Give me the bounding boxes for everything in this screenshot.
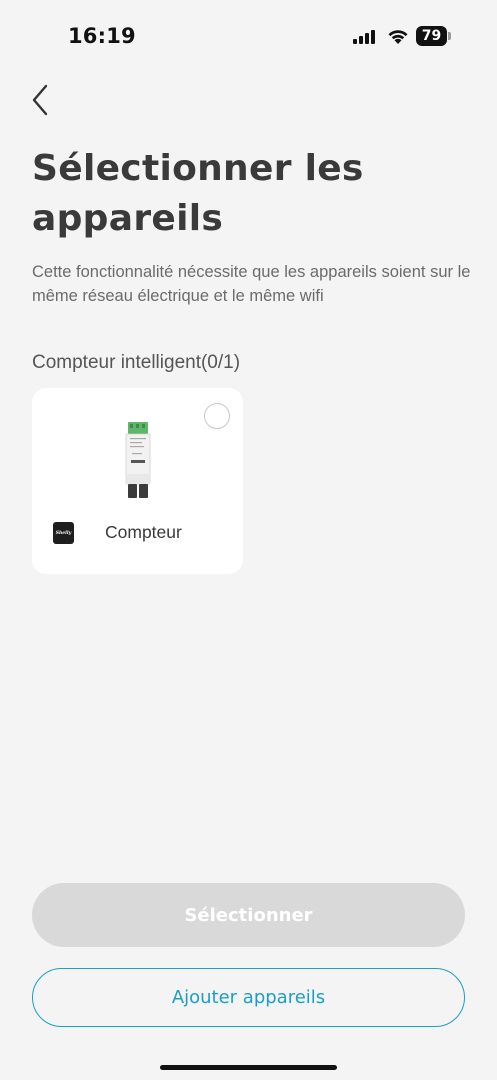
page-description: Cette fonctionnalité nécessite que les a… [32,263,471,305]
wifi-icon [388,30,408,44]
cellular-signal-icon [353,30,375,44]
status-time: 16:19 [68,24,136,48]
home-indicator [160,1065,337,1070]
shelly-logo-icon: Shelly [53,522,74,544]
device-card[interactable]: Shelly Compteur [32,388,243,574]
section-label: Compteur intelligent(0/1) [32,352,241,373]
add-devices-button[interactable]: Ajouter appareils [32,968,465,1027]
device-select-radio[interactable] [204,403,230,429]
status-bar: 16:19 79 [0,0,497,74]
din-rail-meter-icon [125,422,151,498]
chevron-left-icon [32,84,48,116]
page-title: Sélectionner les appareils [32,148,364,239]
battery-indicator: 79 [416,26,451,46]
battery-tip [448,32,451,40]
device-name: Compteur [105,522,182,542]
back-button[interactable] [24,82,56,118]
battery-level: 79 [416,26,447,46]
select-button[interactable]: Sélectionner [32,883,465,947]
